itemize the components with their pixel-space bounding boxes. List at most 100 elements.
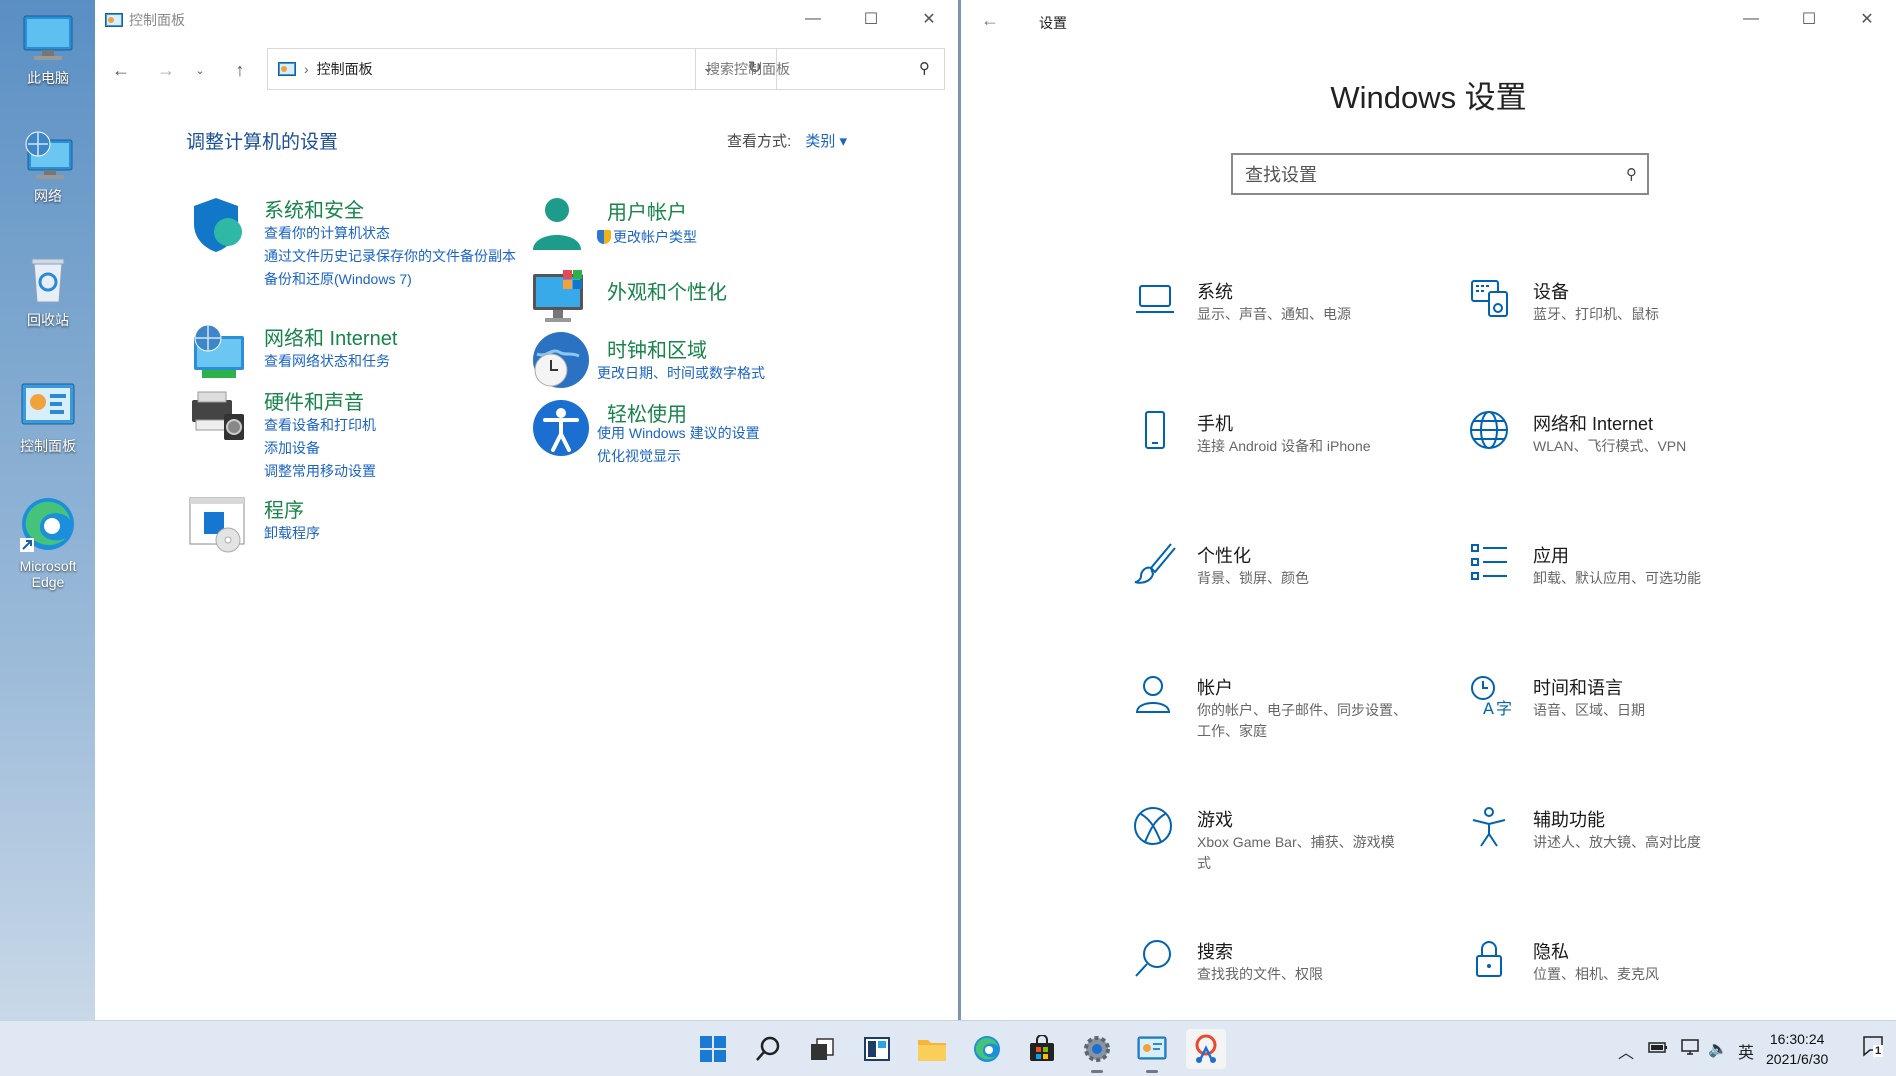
search-input[interactable]: 查找设置 ⚲ [1231,153,1649,195]
settings-tile-apps[interactable]: 应用 卸载、默认应用、可选功能 [1469,542,1769,632]
settings-tile-search[interactable]: 搜索 查找我的文件、权限 [1133,938,1433,1028]
settings-tile-accounts[interactable]: 帐户 你的帐户、电子邮件、同步设置、工作、家庭 [1133,674,1433,764]
settings-tile-time-language[interactable]: A 字 时间和语言 语音、区域、日期 [1469,674,1769,764]
category-title[interactable]: 时钟和区域 [607,334,707,363]
search-icon[interactable]: ⚲ [919,59,930,77]
link-uninstall-program[interactable]: 卸载程序 [264,522,534,545]
task-view-icon [811,1038,834,1060]
battery-icon[interactable] [1648,1037,1668,1062]
programs-icon[interactable] [188,494,248,554]
store-button[interactable] [1022,1029,1062,1069]
close-button[interactable]: ✕ [900,0,958,38]
taskbar-search-button[interactable] [748,1029,788,1069]
printer-icon[interactable] [188,386,248,446]
link-network-status[interactable]: 查看网络状态和任务 [264,350,534,373]
category-title[interactable]: 外观和个性化 [607,276,727,305]
settings-tile-phone[interactable]: 手机 连接 Android 设备和 iPhone [1133,410,1433,500]
recent-dropdown-icon[interactable]: ⌄ [185,56,215,84]
desktop-icon-this-pc[interactable]: 此电脑 [6,12,90,88]
network-globe-icon[interactable] [188,322,248,382]
settings-window: ← 设置 — ☐ ✕ Windows 设置 查找设置 ⚲ 系统 显示、声音、通知… [961,0,1896,1020]
widgets-button[interactable] [857,1029,897,1069]
brush-icon [1134,543,1176,584]
accessibility-icon[interactable] [531,398,591,458]
tile-description: 显示、声音、通知、电源 [1197,306,1351,322]
tile-title: 个性化 [1197,546,1251,566]
network-status-icon[interactable] [1680,1037,1700,1062]
link-change-account-type[interactable]: 更改帐户类型 [597,226,867,249]
edge-icon [20,498,74,552]
link-file-history[interactable]: 通过文件历史记录保存你的文件备份副本 [264,245,534,268]
settings-tile-privacy[interactable]: 隐私 位置、相机、麦克风 [1469,938,1769,1028]
widgets-icon [864,1037,890,1061]
search-icon[interactable]: ⚲ [1626,165,1637,183]
desktop-icon-recycle-bin[interactable]: 回收站 [6,254,90,330]
settings-tile-devices[interactable]: 设备 蓝牙、打印机、鼠标 [1469,278,1769,368]
volume-icon[interactable]: 🔈 [1708,1039,1728,1059]
category-title[interactable]: 用户帐户 [607,196,687,225]
maximize-button[interactable]: ☐ [1780,0,1838,38]
task-view-button[interactable] [802,1029,842,1069]
minimize-button[interactable]: — [784,0,842,38]
link-recommended-settings[interactable]: 使用 Windows 建议的设置 [597,422,867,445]
link-add-device[interactable]: 添加设备 [264,437,534,460]
edge-button[interactable] [967,1029,1007,1069]
settings-tile-personalization[interactable]: 个性化 背景、锁屏、颜色 [1133,542,1433,632]
time-language-icon: A 字 [1471,676,1512,718]
category-title[interactable]: 程序 [264,494,304,523]
user-icon[interactable] [531,194,591,254]
chevron-up-icon[interactable]: ︿ [1618,1039,1634,1063]
file-explorer-button[interactable] [912,1029,952,1069]
svg-text:字: 字 [1496,699,1512,718]
settings-tile-ease-of-access[interactable]: 辅助功能 讲述人、放大镜、高对比度 [1469,806,1769,896]
window-title: 设置 [1039,15,1067,31]
monitor-color-icon[interactable] [531,268,591,328]
category-title[interactable]: 系统和安全 [264,194,364,223]
view-by-dropdown[interactable]: 类别 ▾ [805,133,847,150]
start-button[interactable] [693,1029,733,1069]
forward-arrow-icon[interactable]: → [151,56,181,84]
settings-tile-gaming[interactable]: 游戏 Xbox Game Bar、捕获、游戏模式 [1133,806,1433,896]
maximize-button[interactable]: ☐ [842,0,900,38]
desktop-icon-network[interactable]: 网络 [6,130,90,206]
desktop-icon-control-panel[interactable]: 控制面板 [6,380,90,456]
network-icon [25,131,73,179]
desktop-icon-label: Microsoft Edge [19,558,77,590]
link-optimize-display[interactable]: 优化视觉显示 [597,445,867,468]
link-devices-printers[interactable]: 查看设备和打印机 [264,414,534,437]
notification-button[interactable]: 1 [1862,1035,1884,1062]
desktop-icon-edge[interactable]: Microsoft Edge [6,494,90,590]
category-title[interactable]: 硬件和声音 [264,386,364,415]
link-view-computer-status[interactable]: 查看你的计算机状态 [264,222,534,245]
apps-list-icon [1471,544,1507,580]
tile-title: 帐户 [1197,678,1233,698]
taskbar-clock[interactable]: 16:30:24 2021/6/30 [1766,1029,1828,1069]
tile-title: 时间和语言 [1533,678,1623,698]
category-title[interactable]: 网络和 Internet [264,322,397,351]
search-input[interactable]: 搜索控制面板 ⚲ [695,48,945,90]
link-backup-restore[interactable]: 备份和还原(Windows 7) [264,268,534,291]
tile-title: 设备 [1533,282,1569,302]
control-panel-taskbar-button[interactable] [1132,1029,1172,1073]
up-arrow-icon[interactable]: ↑ [225,56,255,84]
settings-taskbar-button[interactable] [1077,1029,1117,1073]
breadcrumb[interactable]: 控制面板 [317,59,373,79]
snipping-tool-button[interactable] [1186,1029,1226,1069]
ime-indicator[interactable]: 英 [1738,1039,1754,1063]
clock-globe-icon[interactable] [531,330,591,390]
back-arrow-icon[interactable]: ← [106,56,136,84]
link-mobility-settings[interactable]: 调整常用移动设置 [264,460,534,483]
view-by: 查看方式: 类别 ▾ [727,130,847,151]
clock-time: 16:30:24 [1769,1031,1825,1047]
settings-tile-system[interactable]: 系统 显示、声音、通知、电源 [1133,278,1433,368]
settings-tile-network[interactable]: 网络和 Internet WLAN、飞行模式、VPN [1469,410,1769,500]
windows-logo-icon [700,1036,726,1062]
shield-icon[interactable] [188,194,248,254]
computer-icon [23,15,73,60]
minimize-button[interactable]: — [1722,0,1780,38]
link-date-time-format[interactable]: 更改日期、时间或数字格式 [597,362,867,385]
close-button[interactable]: ✕ [1838,0,1896,38]
tile-description: 连接 Android 设备和 iPhone [1197,438,1371,454]
control-panel-icon [278,62,296,76]
back-arrow-icon[interactable]: ← [981,10,999,31]
